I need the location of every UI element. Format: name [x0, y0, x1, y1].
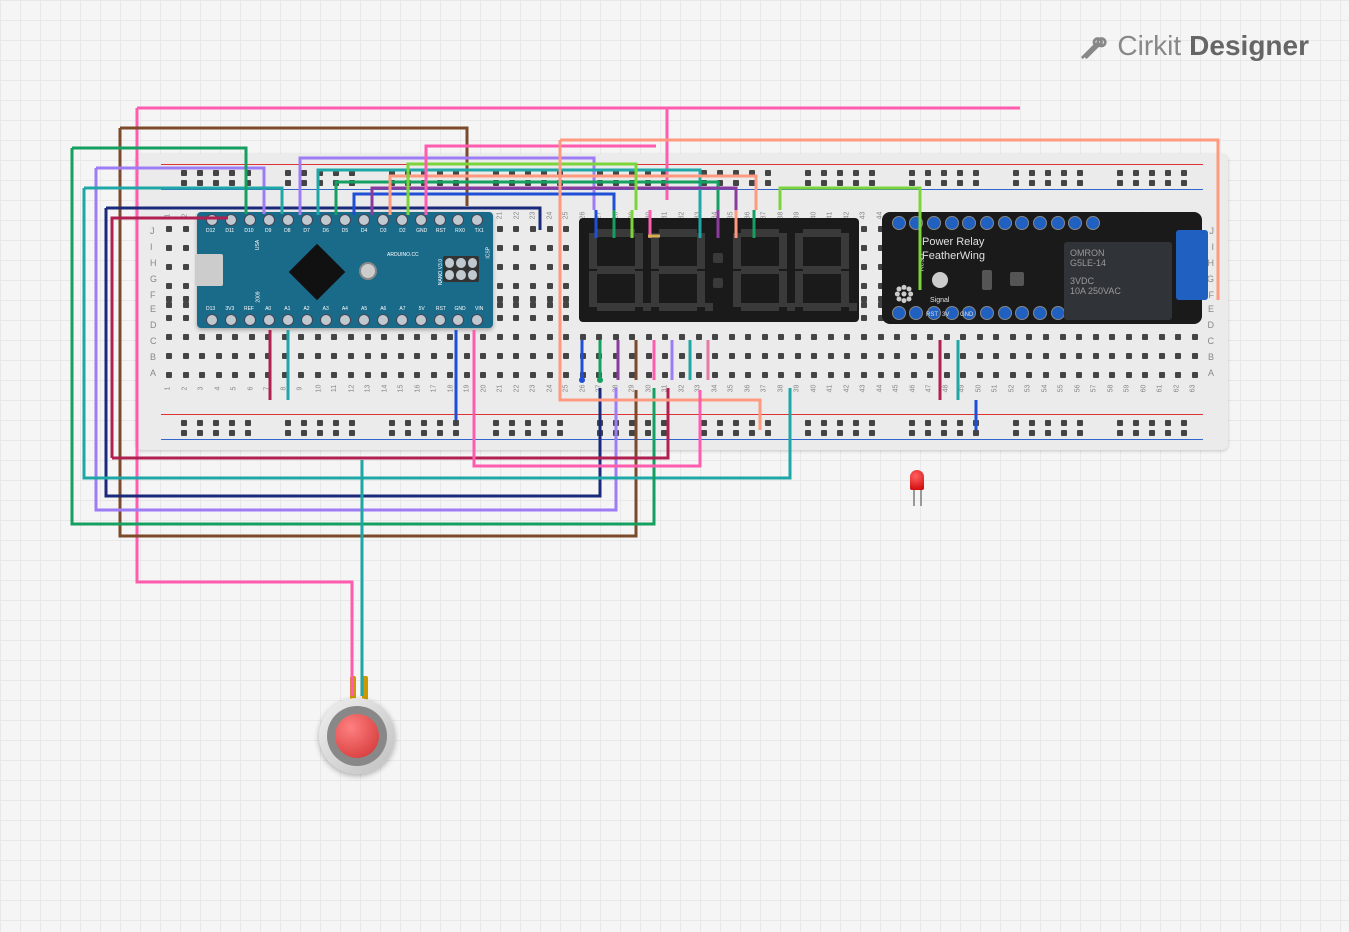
digit-2 — [651, 229, 705, 311]
atmega-chip — [289, 244, 346, 301]
relay-terminal-block[interactable] — [1176, 230, 1208, 300]
button-terminals — [350, 676, 368, 700]
digit-3 — [733, 229, 787, 311]
power-rail-bottom[interactable] — [161, 412, 1203, 442]
board-text-usa: USA — [255, 240, 261, 250]
seven-segment-display[interactable] — [579, 218, 859, 322]
led-red[interactable] — [910, 470, 924, 490]
power-rail-top[interactable] — [161, 162, 1203, 192]
board-text-model: NANO V3.0 — [438, 259, 444, 285]
usb-mini-port — [195, 254, 223, 286]
wire-icon — [1079, 31, 1109, 61]
adafruit-flower-icon — [894, 284, 914, 304]
icsp-label: ICSP — [486, 247, 492, 259]
arduino-nano[interactable]: D12D11D10D9D8D7D6D5D4D3D2GNDRSTRX0TX1 D1… — [197, 212, 493, 328]
wires-layer — [0, 0, 1349, 932]
relay-reset-button[interactable] — [932, 272, 948, 288]
app-logo: Cirkit Designer — [1079, 30, 1309, 62]
relay-component — [982, 270, 992, 290]
digit-4 — [795, 229, 849, 311]
led-cathode — [920, 490, 922, 506]
relay-title-1: Power Relay — [922, 236, 984, 248]
board-text-arduino: ARDUINO.CC — [387, 252, 419, 258]
icsp-header[interactable] — [443, 256, 479, 282]
logo-text-1: Cirkit — [1117, 30, 1181, 62]
round-pushbutton[interactable] — [319, 698, 395, 774]
logo-text-2: Designer — [1189, 30, 1309, 62]
relay-cube-label: OMRON G5LE-14 3VDC 10A 250VAC — [1064, 242, 1172, 320]
digit-1 — [589, 229, 643, 311]
board-text-year: 2009 — [256, 291, 262, 302]
relay-component-2 — [1010, 272, 1024, 286]
led-anode — [913, 490, 915, 506]
relay-title-2: FeatherWing — [922, 250, 985, 262]
colon — [713, 245, 725, 295]
reset-button[interactable] — [359, 262, 377, 280]
power-relay-featherwing[interactable]: Power Relay FeatherWing OMRON G5LE-14 3V… — [882, 212, 1202, 324]
